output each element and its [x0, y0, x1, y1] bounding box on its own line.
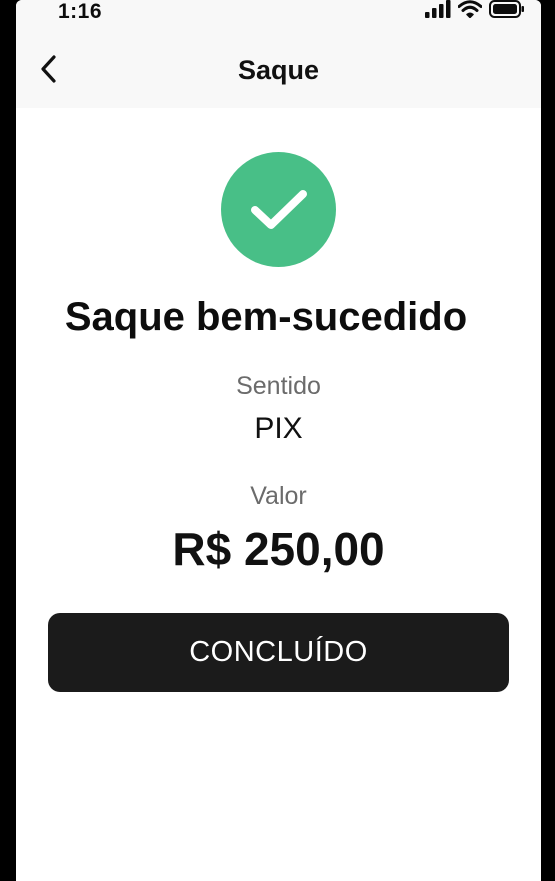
wifi-icon: [457, 0, 483, 23]
success-headline: Saque bem-sucedido: [64, 295, 468, 339]
direction-label: Sentido: [236, 372, 321, 400]
direction-value: PIX: [254, 412, 303, 445]
nav-bar: Saque: [16, 34, 541, 108]
status-icons: [425, 0, 525, 23]
check-circle-icon: [221, 152, 336, 267]
amount-label: Valor: [250, 482, 307, 510]
battery-icon: [489, 0, 525, 23]
page-title: Saque: [237, 55, 320, 85]
done-button[interactable]: CONCLUÍDO: [48, 613, 509, 692]
phone-frame: 1:16 Saque Saque bem-sucedido Sentido PI…: [0, 0, 555, 881]
signal-icon: [425, 0, 451, 23]
screen: 1:16 Saque Saque bem-sucedido Sentido PI…: [16, 0, 541, 881]
result-panel: Saque bem-sucedido Sentido PIX Valor R$ …: [16, 108, 541, 881]
status-bar: 1:16: [16, 0, 541, 34]
status-time: 1:16: [58, 0, 103, 23]
amount-value: R$ 250,00: [172, 523, 385, 575]
